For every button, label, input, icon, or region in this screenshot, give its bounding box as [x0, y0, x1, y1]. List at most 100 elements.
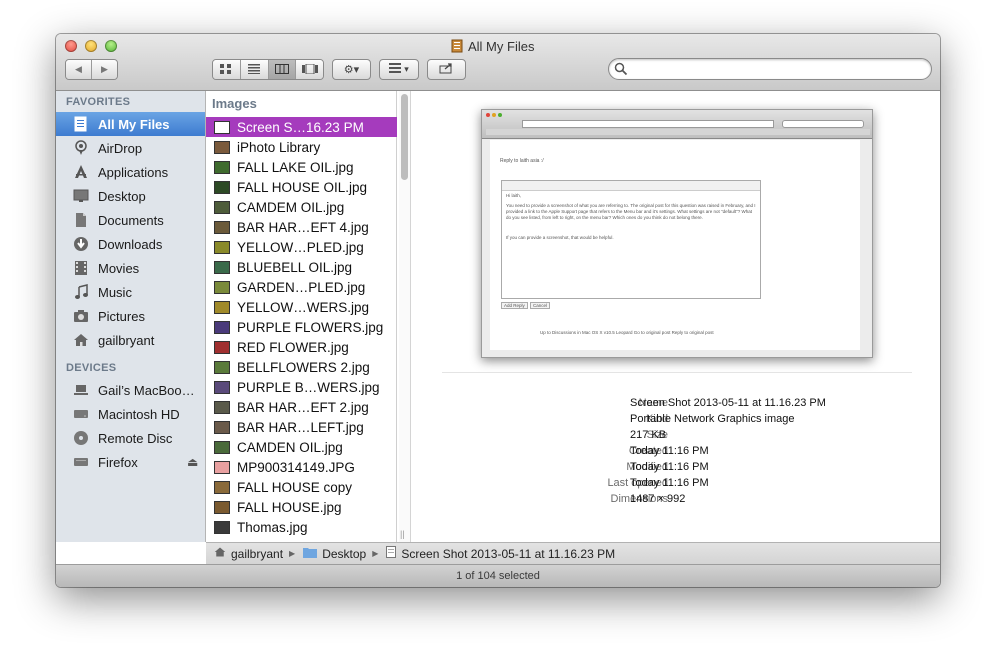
- sidebar-item-documents[interactable]: Documents: [56, 208, 205, 232]
- scrollbar-thumb[interactable]: [401, 94, 408, 180]
- forward-button[interactable]: ▶: [92, 60, 117, 79]
- eject-icon[interactable]: ⏏: [187, 455, 198, 469]
- sidebar-item-label: Music: [98, 284, 132, 300]
- list-icon: [248, 61, 261, 79]
- sidebar-item-firefox[interactable]: Firefox ⏏: [56, 450, 205, 474]
- thumbnail-closing: If you can provide a screenshot, that wo…: [506, 235, 614, 240]
- sidebar-item-airdrop[interactable]: AirDrop: [56, 136, 205, 160]
- search-input[interactable]: [631, 61, 925, 79]
- share-button[interactable]: [427, 59, 466, 80]
- path-item-file[interactable]: Screen Shot 2013-05-11 at 11.16.23 PM: [386, 546, 615, 561]
- path-item-desktop[interactable]: Desktop: [303, 546, 366, 561]
- share-icon: [439, 62, 455, 77]
- sidebar-item-music[interactable]: Music: [56, 280, 205, 304]
- sidebar-item-label: Downloads: [98, 236, 163, 252]
- info-value: Portable Network Graphics image: [630, 413, 795, 425]
- file-row[interactable]: PURPLE FLOWERS.jpg: [206, 317, 397, 337]
- path-separator: ▶: [289, 549, 296, 558]
- info-row: Dimensions 1487 × 992: [412, 493, 940, 509]
- sidebar-item-movies[interactable]: Movies: [56, 256, 205, 280]
- sidebar-item-remote-disc[interactable]: Remote Disc: [56, 426, 205, 450]
- drive-icon: [72, 453, 90, 471]
- file-row[interactable]: MP900314149.JPG: [206, 457, 397, 477]
- close-button[interactable]: [65, 40, 77, 52]
- desktop-icon: [72, 187, 90, 205]
- action-menu-button[interactable]: ⚙▾: [332, 59, 371, 80]
- column-resize-handle[interactable]: ||: [400, 529, 405, 539]
- info-value: Today 11:16 PM: [630, 477, 709, 489]
- search-field[interactable]: [608, 58, 932, 80]
- back-button[interactable]: ◀: [66, 60, 92, 79]
- file-row[interactable]: PURPLE B…WERS.jpg: [206, 377, 397, 397]
- file-name: CAMDEM OIL.jpg: [237, 199, 345, 215]
- file-row[interactable]: BELLFLOWERS 2.jpg: [206, 357, 397, 377]
- file-name: FALL HOUSE copy: [237, 479, 353, 495]
- coverflow-view-button[interactable]: [296, 60, 323, 79]
- movies-icon: [72, 259, 90, 277]
- file-thumbnail-icon: [214, 140, 230, 154]
- file-row[interactable]: YELLOW…WERS.jpg: [206, 297, 397, 317]
- sidebar-item-all-my-files[interactable]: All My Files: [56, 112, 205, 136]
- file-thumbnail-icon: [214, 380, 230, 394]
- file-row[interactable]: FALL HOUSE.jpg: [206, 497, 397, 517]
- minimize-button[interactable]: [85, 40, 97, 52]
- column-heading: Images: [212, 96, 257, 111]
- file-row[interactable]: Screen S…16.23 PM: [206, 117, 397, 137]
- sidebar-item-applications[interactable]: Applications: [56, 160, 205, 184]
- sidebar-item-desktop[interactable]: Desktop: [56, 184, 205, 208]
- sidebar-item-downloads[interactable]: Downloads: [56, 232, 205, 256]
- status-bar: 1 of 104 selected: [56, 564, 940, 587]
- sidebar-item-home[interactable]: gailbryant: [56, 328, 205, 352]
- sidebar-item-macintosh-hd[interactable]: Macintosh HD: [56, 402, 205, 426]
- back-forward-control: ◀ ▶: [65, 59, 118, 80]
- path-item-home[interactable]: gailbryant: [214, 546, 283, 561]
- thumbnail-body: You need to provide a screenshot of what…: [506, 203, 756, 220]
- file-row[interactable]: RED FLOWER.jpg: [206, 337, 397, 357]
- file-row[interactable]: CAMDEN OIL.jpg: [206, 437, 397, 457]
- file-thumbnail-icon: [214, 400, 230, 414]
- thumbnail-editor: Hi laith, You need to provide a screensh…: [501, 180, 761, 299]
- file-row[interactable]: FALL HOUSE copy: [206, 477, 397, 497]
- file-row[interactable]: BAR HAR…EFT 2.jpg: [206, 397, 397, 417]
- documents-icon: [72, 211, 90, 229]
- info-value: Screen Shot 2013-05-11 at 11.16.23 PM: [630, 397, 826, 409]
- zoom-button[interactable]: [105, 40, 117, 52]
- thumbnail-footer: Up to Discussions in Mac OS X v10.5 Leop…: [540, 330, 714, 335]
- arrange-icon: [389, 63, 402, 76]
- file-name: YELLOW…PLED.jpg: [237, 239, 364, 255]
- file-row[interactable]: BLUEBELL OIL.jpg: [206, 257, 397, 277]
- list-view-button[interactable]: [240, 60, 269, 79]
- hard-drive-icon: [72, 405, 90, 423]
- preview-thumbnail: Reply to laith asia :/ Hi laith, You nee…: [481, 109, 873, 358]
- view-mode-control: [212, 59, 324, 80]
- info-value: 1487 × 992: [630, 493, 686, 505]
- column-view-button[interactable]: [268, 60, 297, 79]
- file-row[interactable]: Thomas.jpg: [206, 517, 397, 537]
- path-separator: ▶: [372, 549, 379, 558]
- file-name: FALL HOUSE.jpg: [237, 499, 342, 515]
- sidebar-item-pictures[interactable]: Pictures: [56, 304, 205, 328]
- file-row[interactable]: iPhoto Library: [206, 137, 397, 157]
- file-row[interactable]: BAR HAR…EFT 4.jpg: [206, 217, 397, 237]
- thumbnail-add-reply: Add Reply: [501, 302, 528, 309]
- file-thumbnail-icon: [214, 240, 230, 254]
- icon-view-button[interactable]: [213, 60, 241, 79]
- file-row[interactable]: FALL HOUSE OIL.jpg: [206, 177, 397, 197]
- file-row[interactable]: GARDEN…PLED.jpg: [206, 277, 397, 297]
- applications-icon: [72, 163, 90, 181]
- toolbar: All My Files ◀ ▶ ⚙▾ ▾: [56, 34, 940, 91]
- thumbnail-browser-toolbar: [482, 110, 872, 139]
- file-row[interactable]: FALL LAKE OIL.jpg: [206, 157, 397, 177]
- arrange-menu-button[interactable]: ▾: [379, 59, 419, 80]
- favorites-heading: FAVORITES: [66, 96, 131, 108]
- file-name: Screen S…16.23 PM: [237, 119, 364, 135]
- file-row[interactable]: YELLOW…PLED.jpg: [206, 237, 397, 257]
- path-item-label: Desktop: [322, 546, 367, 561]
- file-thumbnail-icon: [214, 280, 230, 294]
- file-row[interactable]: CAMDEM OIL.jpg: [206, 197, 397, 217]
- column-scrollbar[interactable]: [399, 91, 411, 542]
- sidebar-item-macbook[interactable]: Gail’s MacBoo…: [56, 378, 205, 402]
- file-thumbnail-icon: [214, 460, 230, 474]
- file-row[interactable]: BAR HAR…LEFT.jpg: [206, 417, 397, 437]
- sidebar-item-label: Desktop: [98, 188, 146, 204]
